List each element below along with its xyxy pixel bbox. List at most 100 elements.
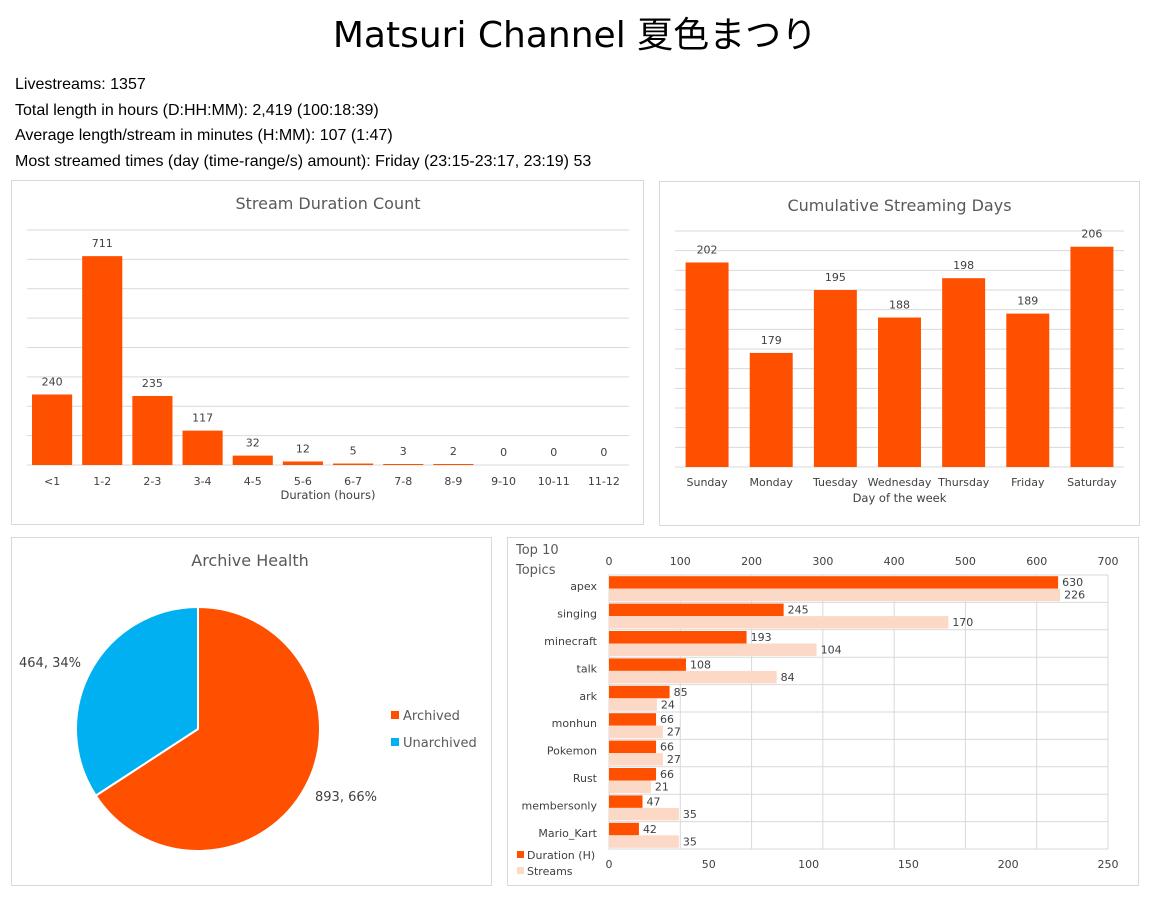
legend-label: Duration (H) xyxy=(527,849,595,862)
days-chart-panel: Cumulative Streaming Days 202 Sunday 179 Mon… xyxy=(659,181,1140,526)
legend-swatch xyxy=(391,738,399,746)
streams-data-label: 27 xyxy=(667,726,681,739)
x-axis-title: Day of the week xyxy=(853,491,947,505)
legend-swatch xyxy=(517,867,524,874)
top-axis-tick: 600 xyxy=(1026,555,1047,568)
duration-data-label: 630 xyxy=(1062,576,1083,589)
x-tick-label: Tuesday xyxy=(812,476,858,489)
streams-data-label: 27 xyxy=(667,753,681,766)
streams-bar-monhun xyxy=(609,725,663,739)
bottom-axis-tick: 50 xyxy=(702,858,716,871)
duration-bar-apex xyxy=(609,576,1059,589)
top-axis-tick: 500 xyxy=(955,555,976,568)
x-tick-label: 8-9 xyxy=(444,475,462,488)
bar-8-9 xyxy=(433,464,474,465)
bottom-axis-tick: 0 xyxy=(606,858,613,871)
stats-block: Livestreams: 1357 Total length in hours … xyxy=(15,72,591,174)
chart-title: Cumulative Streaming Days xyxy=(787,196,1011,215)
duration-bar-minecraft xyxy=(609,631,747,644)
duration-bar-ark xyxy=(609,685,670,699)
bar-7-8 xyxy=(383,464,424,465)
bar-4-5 xyxy=(232,455,273,465)
category-label: singing xyxy=(557,608,597,621)
streams-bar-apex xyxy=(609,588,1061,602)
streams-data-label: 170 xyxy=(952,616,973,629)
category-label: Pokemon xyxy=(547,745,597,758)
data-label: 240 xyxy=(42,376,63,389)
bar-1-2 xyxy=(82,256,123,465)
x-tick-label: Wednesday xyxy=(868,476,932,489)
days-chart: Cumulative Streaming Days 202 Sunday 179 Mon… xyxy=(675,196,1124,505)
duration-data-label: 193 xyxy=(751,631,772,644)
top-axis-tick: 300 xyxy=(812,555,833,568)
streams-data-label: 104 xyxy=(821,644,842,657)
chart-title: Archive Health xyxy=(191,551,309,570)
legend-swatch xyxy=(517,851,524,858)
data-label: 3 xyxy=(400,445,407,458)
data-label: 179 xyxy=(761,334,782,347)
bar-Tuesday xyxy=(813,290,857,467)
data-label: 202 xyxy=(697,243,718,256)
bar-3-4 xyxy=(182,430,223,465)
bar-Monday xyxy=(749,352,793,467)
duration-data-label: 47 xyxy=(647,795,661,808)
bottom-axis-tick: 150 xyxy=(898,858,919,871)
x-tick-label: Thursday xyxy=(937,476,990,489)
data-label: 0 xyxy=(600,446,607,459)
top-axis-tick: 0 xyxy=(606,555,613,568)
top-axis-tick: 200 xyxy=(741,555,762,568)
streams-bar-singing xyxy=(609,616,949,629)
x-tick-label: 5-6 xyxy=(294,475,312,488)
category-label: Rust xyxy=(573,772,598,785)
x-axis-title: Duration (hours) xyxy=(281,488,376,502)
category-label: Mario_Kart xyxy=(538,827,597,840)
duration-bar-Mario_Kart xyxy=(609,822,639,836)
bar-6-7 xyxy=(333,463,374,465)
duration-bar-singing xyxy=(609,603,784,617)
topics-chart: Top 10 Topics 0 100 200 300 400 500 600 700 0 50 100… xyxy=(515,543,1119,878)
duration-data-label: 66 xyxy=(660,713,674,726)
chart-title: Stream Duration Count xyxy=(235,194,420,213)
duration-data-label: 245 xyxy=(788,604,809,617)
streams-bar-minecraft xyxy=(609,643,817,656)
data-label: 0 xyxy=(550,446,557,459)
duration-data-label: 66 xyxy=(660,768,674,781)
streams-bar-Mario_Kart xyxy=(609,835,679,848)
x-tick-label: 2-3 xyxy=(143,475,161,488)
duration-bar-Rust xyxy=(609,768,657,781)
legend-label: Streams xyxy=(527,865,573,878)
streams-bar-membersonly xyxy=(609,807,679,821)
stat-total-length: Total length in hours (D:HH:MM): 2,419 (… xyxy=(15,101,379,119)
chart-title: Top 10 Topics xyxy=(515,543,559,578)
data-label: 188 xyxy=(889,299,910,312)
archive-chart-panel: Archive Health 893, 66% 464, 34% Archived Un… xyxy=(11,537,492,886)
category-label: membersonly xyxy=(522,799,598,812)
page-title: Matsuri Channel 夏色まつり xyxy=(332,15,818,56)
pie-data-label: 893, 66% xyxy=(315,790,377,805)
x-tick-label: 6-7 xyxy=(344,475,362,488)
data-label: 235 xyxy=(142,377,163,390)
duration-data-label: 66 xyxy=(660,741,674,754)
category-label: ark xyxy=(579,690,597,703)
x-tick-label: 3-4 xyxy=(194,475,212,488)
x-tick-label: 11-12 xyxy=(588,475,620,488)
bottom-axis-tick: 250 xyxy=(1098,858,1119,871)
top-axis-tick: 700 xyxy=(1098,555,1119,568)
data-label: 206 xyxy=(1081,228,1102,241)
data-label: 32 xyxy=(246,437,260,450)
x-tick-label: 7-8 xyxy=(394,475,412,488)
x-tick-label: 1-2 xyxy=(93,475,111,488)
x-tick-label: Friday xyxy=(1011,476,1045,489)
top-axis-tick: 100 xyxy=(670,555,691,568)
streams-data-label: 24 xyxy=(661,698,675,711)
duration-bar-Pokemon xyxy=(609,740,657,754)
data-label: 195 xyxy=(825,271,846,284)
stat-most-streamed: Most streamed times (day (time-range/s) … xyxy=(15,152,592,170)
data-label: 2 xyxy=(450,445,457,458)
streams-bar-Pokemon xyxy=(609,753,663,766)
duration-bar-talk xyxy=(609,658,686,671)
duration-chart: Stream Duration Count240<17111-22352-311… xyxy=(27,194,629,502)
x-tick-label: 4-5 xyxy=(244,475,262,488)
bar-<1 xyxy=(32,394,73,465)
x-tick-label: 10-11 xyxy=(538,475,570,488)
